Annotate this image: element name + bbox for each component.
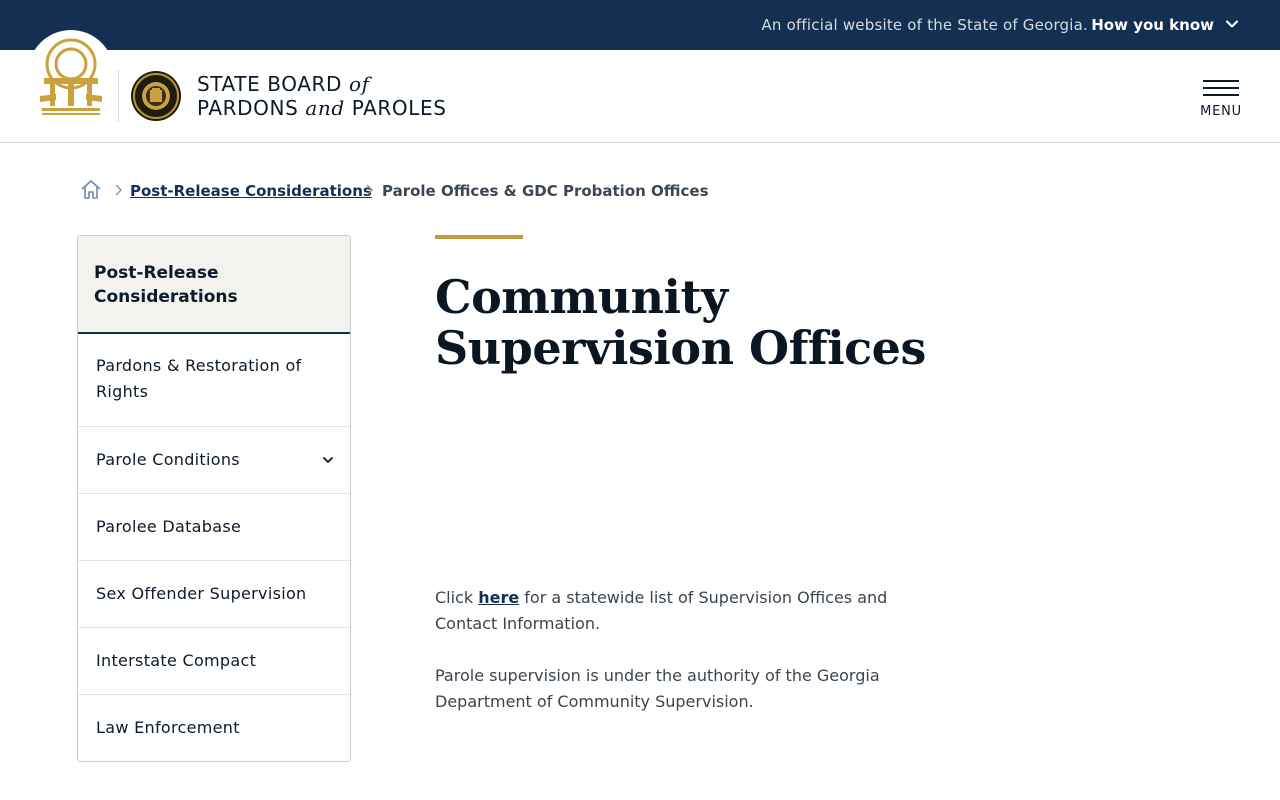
sidebar-item-parolee-database[interactable]: Parolee Database [78, 494, 350, 561]
title-accent-bar [435, 235, 523, 239]
official-banner: An official website of the State of Geor… [0, 0, 1280, 50]
breadcrumb-current: Parole Offices & GDC Probation Offices [382, 182, 709, 200]
sidebar-item-label: Sex Offender Supervision [96, 584, 307, 603]
sidebar-item-label: Law Enforcement [96, 718, 240, 737]
supervision-offices-link[interactable]: here [478, 588, 519, 607]
hamburger-icon [1203, 80, 1239, 96]
authority-paragraph: Parole supervision is under the authorit… [435, 666, 880, 711]
org-name-line2: PARDONS and PAROLES [197, 96, 447, 120]
georgia-arch-logo[interactable] [36, 38, 106, 118]
sidebar-item-sex-offender-supervision[interactable]: Sex Offender Supervision [78, 561, 350, 628]
menu-button[interactable]: MENU [1196, 78, 1246, 122]
sidebar-item-law-enforcement[interactable]: Law Enforcement [78, 695, 350, 761]
sidebar-item-label: Interstate Compact [96, 651, 257, 670]
how-you-know-toggle[interactable]: How you know [1091, 16, 1214, 34]
sidebar-nav: Post-Release Considerations Pardons & Re… [77, 235, 351, 762]
sidebar-heading[interactable]: Post-Release Considerations [78, 236, 350, 334]
sidebar-heading-label: Post-Release Considerations [94, 263, 238, 307]
breadcrumb-link-post-release[interactable]: Post-Release Considerations [130, 182, 372, 200]
sidebar-item-pardons[interactable]: Pardons & Restoration of Rights [78, 334, 350, 427]
site-header [0, 50, 1280, 143]
chevron-down-icon[interactable] [322, 455, 334, 465]
chevron-down-icon[interactable] [1224, 16, 1240, 32]
board-seal[interactable] [130, 70, 182, 122]
menu-label: MENU [1200, 104, 1242, 119]
chevron-right-icon [366, 184, 373, 196]
sidebar-item-label: Parolee Database [96, 517, 242, 536]
home-icon[interactable] [80, 178, 102, 200]
sidebar-item-interstate-compact[interactable]: Interstate Compact [78, 628, 350, 695]
sidebar-item-label: Pardons & Restoration of Rights [96, 356, 302, 401]
org-name-line1: STATE BOARD of [197, 72, 370, 96]
official-site-text: An official website of the State of Geor… [761, 16, 1088, 34]
header-divider [118, 70, 119, 122]
chevron-right-icon [115, 184, 122, 196]
supervision-offices-paragraph: Click here for a statewide list of Super… [435, 588, 888, 633]
sidebar-item-label: Parole Conditions [96, 450, 240, 469]
sidebar-item-parole-conditions[interactable]: Parole Conditions [78, 427, 350, 494]
page-title: Community Supervision Offices [435, 270, 926, 375]
